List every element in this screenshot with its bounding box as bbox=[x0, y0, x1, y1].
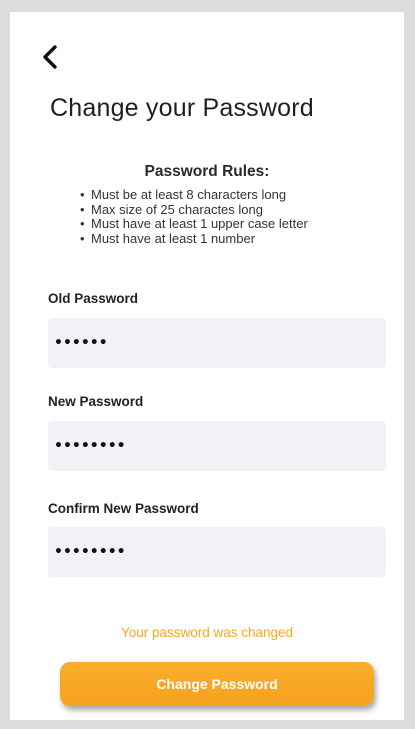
confirm-password-label: Confirm New Password bbox=[48, 501, 199, 516]
success-message: Your password was changed bbox=[120, 625, 294, 640]
chevron-left-icon bbox=[43, 45, 57, 69]
password-rules-list: • Must be at least 8 characters long • Max… bbox=[80, 187, 308, 247]
rule-text: Must have at least 1 number bbox=[91, 230, 256, 246]
old-password-field[interactable] bbox=[48, 318, 386, 368]
rule-item: • Must be at least 8 characters long bbox=[80, 187, 308, 203]
rule-item: • Must have at least 1 upper case letter bbox=[80, 216, 308, 232]
rule-text: Must have at least 1 upper case letter bbox=[91, 216, 308, 231]
bullet-icon: • bbox=[80, 187, 85, 202]
old-password-label: Old Password bbox=[48, 291, 139, 306]
rule-text: Must be at least 8 characters long bbox=[91, 187, 287, 202]
back-button[interactable] bbox=[38, 42, 64, 72]
new-password-field[interactable] bbox=[48, 421, 386, 471]
bullet-icon: • bbox=[80, 216, 85, 231]
rule-item: • Must have at least 1 number bbox=[80, 230, 308, 247]
rule-item: • Max size of 25 charactes long bbox=[80, 201, 308, 218]
bullet-icon: • bbox=[80, 201, 85, 217]
bullet-icon: • bbox=[80, 230, 85, 246]
confirm-password-field[interactable] bbox=[48, 527, 386, 577]
password-rules-heading: Password Rules: bbox=[144, 163, 270, 180]
screen: Change your Password Password Rules: • Mu… bbox=[10, 12, 404, 720]
rule-text: Max size of 25 charactes long bbox=[91, 201, 263, 217]
change-password-button[interactable]: Change Password bbox=[60, 662, 374, 706]
page-title: Change your Password bbox=[50, 94, 314, 122]
new-password-label: New Password bbox=[48, 394, 144, 409]
